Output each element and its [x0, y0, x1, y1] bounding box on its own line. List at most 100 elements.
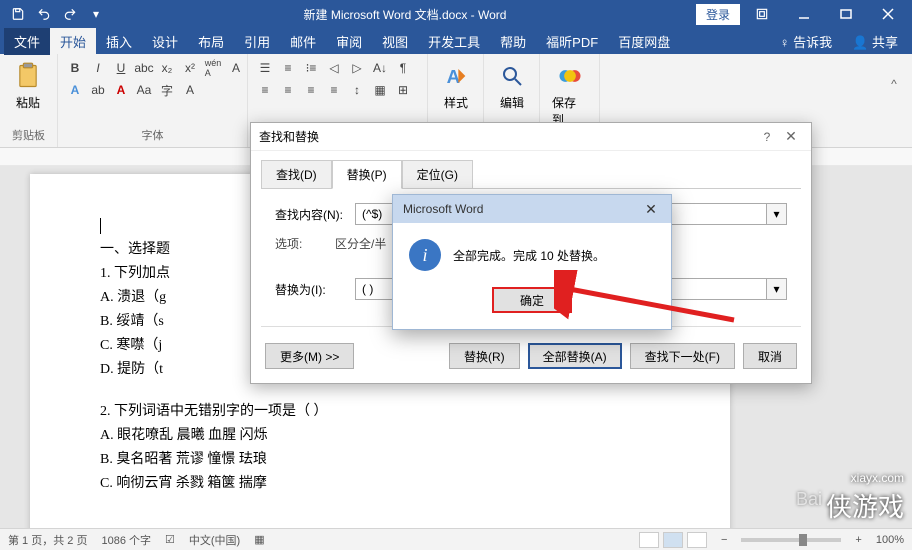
replace-with-label: 替换为(I):: [275, 281, 355, 298]
italic-button[interactable]: I: [87, 58, 109, 78]
zoom-thumb[interactable]: [799, 534, 807, 546]
align-left-button[interactable]: ≡: [254, 80, 276, 100]
numbering-button[interactable]: ≡: [277, 58, 299, 78]
dialog-help-icon[interactable]: ?: [755, 130, 779, 144]
paste-button[interactable]: 粘贴: [6, 58, 50, 113]
zoom-slider[interactable]: [741, 538, 841, 542]
view-print-layout[interactable]: [663, 532, 683, 548]
show-marks-button[interactable]: ¶: [392, 58, 414, 78]
dialog-title: 查找和替换: [259, 128, 755, 145]
replace-dropdown-icon[interactable]: ▾: [767, 278, 787, 300]
title-bar: ▾ 新建 Microsoft Word 文档.docx - Word 登录: [0, 0, 912, 28]
borders-button[interactable]: ⊞: [392, 80, 414, 100]
undo-icon[interactable]: [32, 2, 56, 26]
search-icon: [496, 60, 528, 92]
highlight-button[interactable]: ab: [87, 80, 109, 100]
cancel-button[interactable]: 取消: [743, 343, 797, 369]
login-button[interactable]: 登录: [696, 4, 740, 25]
line-spacing-button[interactable]: ↕: [346, 80, 368, 100]
subscript-button[interactable]: x₂: [156, 58, 178, 78]
view-web-layout[interactable]: [687, 532, 707, 548]
doc-text: C. 响彻云宵 杀戮 箱箧 揣摩: [100, 472, 660, 496]
bullets-button[interactable]: ☰: [254, 58, 276, 78]
tab-foxit-pdf[interactable]: 福昕PDF: [536, 28, 608, 55]
superscript-button[interactable]: x²: [179, 58, 201, 78]
qat-dropdown-icon[interactable]: ▾: [84, 2, 108, 26]
tab-mailings[interactable]: 邮件: [280, 28, 326, 55]
editing-button[interactable]: 编辑: [490, 58, 534, 113]
message-box-title: Microsoft Word: [403, 202, 641, 216]
view-read-mode[interactable]: [639, 532, 659, 548]
font-color-button[interactable]: A: [110, 80, 132, 100]
styles-button[interactable]: A 样式: [434, 58, 478, 113]
replace-button[interactable]: 替换(R): [449, 343, 520, 369]
tab-file[interactable]: 文件: [4, 28, 50, 55]
tab-goto[interactable]: 定位(G): [402, 160, 473, 189]
doc-text: 2. 下列词语中无错别字的一项是（ ）: [100, 400, 660, 424]
grow-font-button[interactable]: A: [179, 80, 201, 100]
more-button[interactable]: 更多(M) >>: [265, 343, 354, 369]
align-right-button[interactable]: ≡: [300, 80, 322, 100]
zoom-in-icon[interactable]: +: [855, 534, 861, 546]
replace-all-button[interactable]: 全部替换(A): [528, 343, 622, 369]
find-dropdown-icon[interactable]: ▾: [767, 203, 787, 225]
status-spellcheck-icon[interactable]: ☑: [165, 533, 175, 546]
bold-button[interactable]: B: [64, 58, 86, 78]
quick-access-toolbar: ▾: [0, 2, 114, 26]
zoom-level[interactable]: 100%: [876, 534, 904, 546]
save-icon[interactable]: [6, 2, 30, 26]
status-word-count[interactable]: 1086 个字: [101, 532, 151, 548]
save-to-cloud-button[interactable]: 保存到: [546, 58, 593, 130]
ok-button[interactable]: 确定: [492, 287, 572, 313]
text-effects-button[interactable]: A: [64, 80, 86, 100]
maximize-icon[interactable]: [826, 2, 866, 26]
zoom-out-icon[interactable]: −: [721, 534, 727, 546]
collapse-ribbon-icon[interactable]: ^: [884, 74, 904, 94]
styles-icon: A: [440, 60, 472, 92]
shading-button[interactable]: ▦: [369, 80, 391, 100]
status-page[interactable]: 第 1 页，共 2 页: [8, 532, 87, 548]
ribbon-options-icon[interactable]: [742, 2, 782, 26]
svg-text:A: A: [447, 66, 460, 87]
tab-baidu-netdisk[interactable]: 百度网盘: [608, 28, 680, 55]
tab-insert[interactable]: 插入: [96, 28, 142, 55]
dialog-titlebar[interactable]: 查找和替换 ? ✕: [251, 123, 811, 151]
minimize-icon[interactable]: [784, 2, 824, 26]
tab-replace[interactable]: 替换(P): [332, 160, 402, 189]
doc-text: B. 臭名昭著 荒谬 憧憬 珐琅: [100, 448, 660, 472]
strikethrough-button[interactable]: abc: [133, 58, 155, 78]
enclose-characters-button[interactable]: 字: [156, 80, 178, 100]
tab-find[interactable]: 查找(D): [261, 160, 332, 189]
status-language[interactable]: 中文(中国): [189, 532, 240, 548]
tab-design[interactable]: 设计: [142, 28, 188, 55]
tab-home[interactable]: 开始: [50, 28, 96, 55]
tab-view[interactable]: 视图: [372, 28, 418, 55]
increase-indent-button[interactable]: ▷: [346, 58, 368, 78]
group-clipboard-label: 剪贴板: [6, 125, 51, 143]
align-center-button[interactable]: ≡: [277, 80, 299, 100]
close-icon[interactable]: [868, 2, 908, 26]
phonetic-guide-button[interactable]: wénA: [202, 58, 224, 78]
dialog-close-icon[interactable]: ✕: [779, 128, 803, 145]
multilevel-list-button[interactable]: ⁝≡: [300, 58, 322, 78]
status-macro-icon[interactable]: ▦: [254, 533, 264, 546]
tab-help[interactable]: 帮助: [490, 28, 536, 55]
message-box-close-icon[interactable]: ✕: [641, 201, 661, 218]
sort-button[interactable]: A↓: [369, 58, 391, 78]
tell-me[interactable]: ♀ 告诉我: [770, 28, 842, 55]
character-shading-button[interactable]: Aa: [133, 80, 155, 100]
tab-review[interactable]: 审阅: [326, 28, 372, 55]
character-border-button[interactable]: A: [225, 58, 247, 78]
decrease-indent-button[interactable]: ◁: [323, 58, 345, 78]
tab-references[interactable]: 引用: [234, 28, 280, 55]
message-box: Microsoft Word ✕ i 全部完成。完成 10 处替换。 确定: [392, 194, 672, 330]
find-next-button[interactable]: 查找下一处(F): [630, 343, 735, 369]
message-box-titlebar[interactable]: Microsoft Word ✕: [393, 195, 671, 223]
underline-button[interactable]: U: [110, 58, 132, 78]
options-value: 区分全/半: [335, 235, 386, 252]
tab-developer[interactable]: 开发工具: [418, 28, 490, 55]
share-button[interactable]: 👤 共享: [842, 28, 908, 55]
redo-icon[interactable]: [58, 2, 82, 26]
tab-layout[interactable]: 布局: [188, 28, 234, 55]
justify-button[interactable]: ≡: [323, 80, 345, 100]
